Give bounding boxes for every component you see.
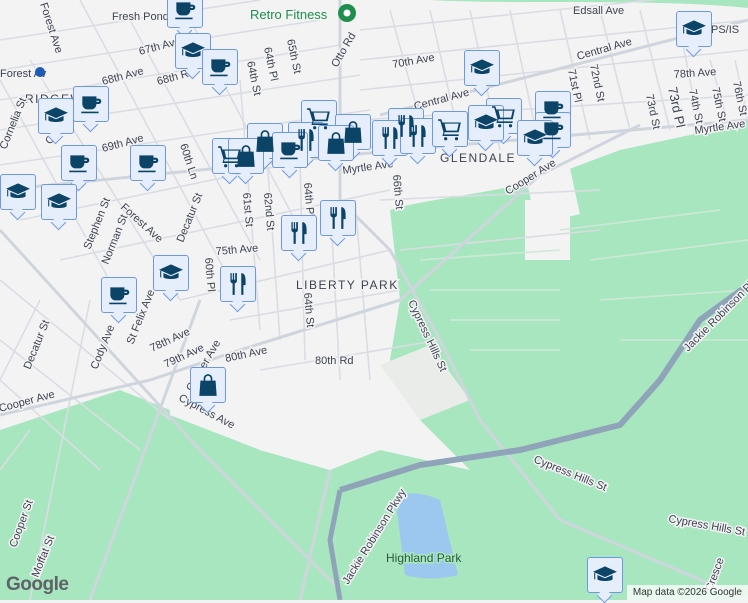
school-marker[interactable]	[0, 174, 36, 210]
shopping-marker[interactable]	[228, 138, 264, 174]
street-label: 75th St	[709, 86, 728, 123]
label-fresh-pond: Fresh Pond	[112, 11, 169, 23]
street-label: Edsall Ave	[573, 5, 624, 17]
street-label: 64th Pl	[301, 182, 316, 217]
bag-icon	[233, 143, 259, 169]
restaurant-marker[interactable]	[320, 200, 356, 236]
street-label: Otto Rd	[329, 31, 358, 70]
street-label: 64th Pl	[261, 46, 280, 82]
label-ps-is: PS/IS	[711, 24, 739, 36]
school-icon	[158, 260, 184, 286]
school-marker[interactable]	[676, 11, 712, 47]
street-label: 73rd St	[643, 93, 662, 130]
fork-knife-icon	[286, 220, 312, 246]
label-highland-park: Highland Park	[386, 551, 462, 565]
school-icon	[522, 125, 548, 151]
coffee-icon	[277, 137, 303, 163]
street-label: Cooper Ave	[0, 388, 56, 414]
school-marker[interactable]	[464, 50, 500, 86]
cart-icon	[437, 116, 463, 142]
street-label: 60th Pl	[202, 257, 217, 292]
street-label: 60th Ln	[177, 142, 200, 181]
bag-icon	[323, 130, 349, 156]
school-marker[interactable]	[517, 120, 553, 156]
school-icon	[5, 179, 31, 205]
school-icon	[46, 189, 72, 215]
street-label: 72nd St	[587, 63, 607, 103]
grocery-marker[interactable]	[432, 111, 468, 147]
street-label: 70th Ave	[391, 52, 435, 71]
street-label: 80th Rd	[315, 355, 354, 367]
street-label: Central Ave	[576, 36, 634, 63]
coffee-marker[interactable]	[272, 132, 308, 168]
google-logo: Google	[6, 574, 69, 595]
restaurant-marker[interactable]	[220, 266, 256, 302]
school-marker[interactable]	[153, 255, 189, 291]
coffee-icon	[66, 150, 92, 176]
school-icon	[681, 16, 707, 42]
label-retro-fitness[interactable]: Retro Fitness	[249, 6, 330, 24]
retro-fitness-pin-icon[interactable]	[338, 4, 356, 22]
coffee-marker[interactable]	[61, 145, 97, 181]
restaurant-marker[interactable]	[372, 120, 408, 156]
school-icon	[180, 38, 206, 64]
label-liberty-park: LIBERTY PARK	[296, 278, 399, 292]
coffee-icon	[207, 54, 233, 80]
street-label: 78th Ave	[673, 66, 716, 81]
school-icon	[43, 103, 69, 129]
street-label: Forest Ave	[37, 1, 65, 55]
school-marker[interactable]	[587, 557, 623, 593]
coffee-icon	[78, 91, 104, 117]
school-marker[interactable]	[468, 105, 504, 141]
fork-knife-icon	[405, 123, 431, 149]
shopping-marker[interactable]	[318, 125, 354, 161]
shopping-marker[interactable]	[190, 367, 226, 403]
restaurant-marker[interactable]	[400, 118, 436, 154]
coffee-icon	[172, 0, 198, 23]
street-label: 65th St	[284, 38, 303, 75]
coffee-marker[interactable]	[202, 49, 238, 85]
street-label: 68th Ave	[101, 65, 145, 88]
school-marker[interactable]	[175, 33, 211, 69]
bag-icon	[195, 372, 221, 398]
school-icon	[592, 562, 618, 588]
street-label: Decatur St	[175, 191, 206, 244]
coffee-icon	[135, 150, 161, 176]
school-icon	[473, 110, 499, 136]
street-label: 66th St	[390, 174, 405, 210]
subway-icon	[35, 67, 45, 77]
coffee-marker[interactable]	[167, 0, 203, 28]
coffee-marker[interactable]	[130, 145, 166, 181]
restaurant-marker[interactable]	[281, 215, 317, 251]
coffee-marker[interactable]	[101, 277, 137, 313]
street-label: 75th Ave	[215, 242, 259, 258]
school-marker[interactable]	[38, 98, 74, 134]
street-label: 64th St	[301, 292, 316, 328]
street-label: 76th St	[730, 80, 748, 117]
coffee-marker[interactable]	[73, 86, 109, 122]
fork-knife-icon	[325, 205, 351, 231]
fork-knife-icon	[225, 271, 251, 297]
map-attribution[interactable]: Map data ©2026 Google	[626, 585, 748, 600]
school-icon	[469, 55, 495, 81]
coffee-icon	[106, 282, 132, 308]
school-marker[interactable]	[41, 184, 77, 220]
street-label: 62nd St	[261, 192, 276, 231]
fork-knife-icon	[377, 125, 403, 151]
street-label: Cornelia St	[0, 96, 29, 151]
street-label: 74th St	[686, 88, 705, 125]
street-label: 64th St	[244, 60, 263, 97]
